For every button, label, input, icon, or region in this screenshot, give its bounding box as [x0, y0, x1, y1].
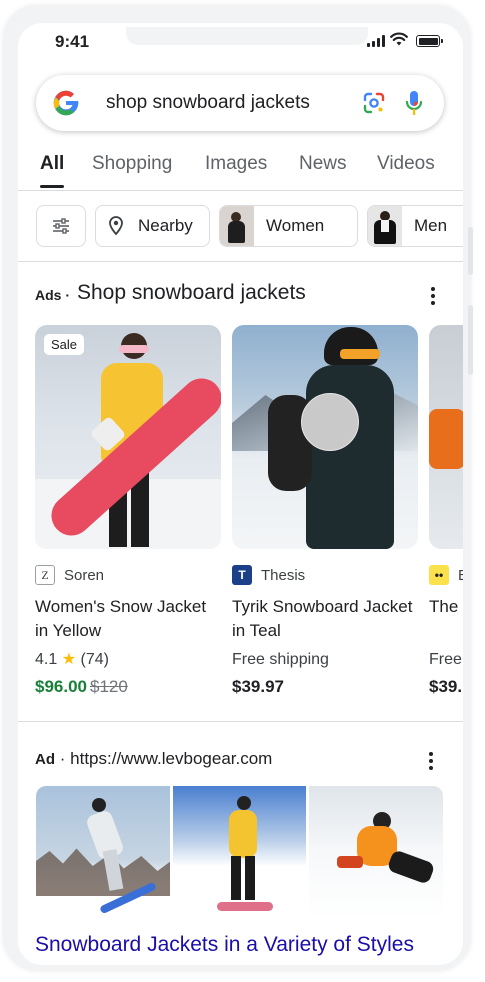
- nearby-chip[interactable]: Nearby: [95, 205, 210, 247]
- merchant-name: E: [458, 567, 463, 584]
- chips-divider: [18, 261, 463, 262]
- merchant: •• E: [429, 565, 463, 585]
- product-name[interactable]: The Jack: [429, 595, 463, 619]
- phone-side-button: [468, 305, 473, 375]
- product-card[interactable]: •• E The Jack Free $39.: [429, 325, 463, 696]
- men-chip[interactable]: Men: [367, 205, 463, 247]
- sale-badge: Sale: [44, 334, 85, 355]
- location-pin-icon: [109, 216, 123, 236]
- screen: 9:41 shop snowboard jackets All Shopping…: [18, 23, 463, 965]
- product-price: $96.00 $120: [35, 677, 128, 696]
- women-chip[interactable]: Women: [219, 205, 358, 247]
- merchant-logo: Z: [35, 565, 55, 585]
- chip-label: Women: [266, 216, 325, 235]
- status-bar: 9:41: [18, 23, 463, 59]
- product-image: [232, 325, 418, 549]
- loading-placeholder-circle: [301, 393, 359, 451]
- product-name[interactable]: Tyrik Snowboard Jacket in Teal: [232, 595, 418, 643]
- merchant-name: Thesis: [261, 566, 306, 584]
- ad-image-gallery[interactable]: [36, 786, 443, 920]
- shipping-info: Free shipping: [232, 651, 329, 668]
- product-rating: 4.1 ★ (74): [35, 651, 109, 668]
- product-price: $39.: [429, 677, 463, 696]
- phone-side-button: [468, 227, 473, 275]
- microphone-icon[interactable]: [404, 89, 424, 117]
- chip-label: Nearby: [138, 216, 193, 235]
- product-name[interactable]: Women's Snow Jacket in Yellow: [35, 595, 221, 643]
- more-options-icon[interactable]: [431, 287, 435, 305]
- ad-label: Ad: [35, 751, 55, 768]
- wifi-icon: [390, 32, 408, 46]
- tab-news[interactable]: News: [299, 153, 347, 175]
- search-tabs: All Shopping Images News Videos: [18, 149, 463, 189]
- chip-thumbnail: [368, 206, 402, 246]
- merchant-logo-icon: ••: [429, 565, 449, 585]
- star-icon: ★: [61, 651, 77, 668]
- product-image: Sale: [35, 325, 221, 549]
- tabs-divider: [18, 190, 463, 191]
- section-divider: [18, 721, 463, 722]
- merchant: Z Soren: [35, 565, 104, 585]
- battery-icon: [416, 35, 443, 47]
- shipping-info: Free: [429, 651, 462, 668]
- ads-title: Shop snowboard jackets: [77, 281, 306, 304]
- product-image: [429, 325, 463, 549]
- chip-thumbnail: [220, 206, 254, 246]
- status-time: 9:41: [55, 32, 90, 51]
- notch: [126, 27, 368, 45]
- merchant-logo: T: [232, 565, 252, 585]
- tab-shopping[interactable]: Shopping: [92, 153, 172, 175]
- original-price: $120: [90, 677, 128, 696]
- ad-url[interactable]: https://www.levbogear.com: [70, 749, 272, 768]
- ads-label: Ads ·: [35, 287, 71, 303]
- product-card[interactable]: Sale Z Soren Women's Snow Jacket in Yell…: [35, 325, 221, 696]
- phone-frame: 9:41 shop snowboard jackets All Shopping…: [3, 5, 473, 971]
- ad-header: Ad · https://www.levbogear.com: [35, 749, 273, 768]
- filter-sliders-icon: [53, 218, 69, 234]
- search-query[interactable]: shop snowboard jackets: [106, 92, 310, 114]
- more-options-icon[interactable]: [429, 752, 433, 770]
- google-g-icon: [53, 90, 79, 116]
- tab-images[interactable]: Images: [205, 153, 267, 175]
- merchant-name: Soren: [64, 566, 105, 584]
- gallery-image[interactable]: [172, 786, 307, 920]
- ad-headline-link[interactable]: Snowboard Jackets in a Variety of Styles: [35, 933, 414, 957]
- product-price: $39.97: [232, 677, 284, 696]
- cellular-signal-icon: [367, 35, 385, 47]
- google-lens-icon[interactable]: [362, 91, 386, 115]
- chip-label: Men: [414, 216, 448, 235]
- merchant: T Thesis: [232, 565, 305, 585]
- active-tab-indicator: [40, 185, 64, 188]
- gallery-image[interactable]: [36, 786, 170, 920]
- filter-chips: Nearby Women Men: [18, 205, 463, 247]
- product-card[interactable]: T Thesis Tyrik Snowboard Jacket in Teal …: [232, 325, 418, 696]
- filter-chip[interactable]: [36, 205, 86, 247]
- tab-all[interactable]: All: [40, 153, 64, 175]
- tab-videos[interactable]: Videos: [377, 153, 435, 175]
- gallery-image[interactable]: [309, 786, 443, 920]
- search-bar[interactable]: shop snowboard jackets: [36, 75, 444, 131]
